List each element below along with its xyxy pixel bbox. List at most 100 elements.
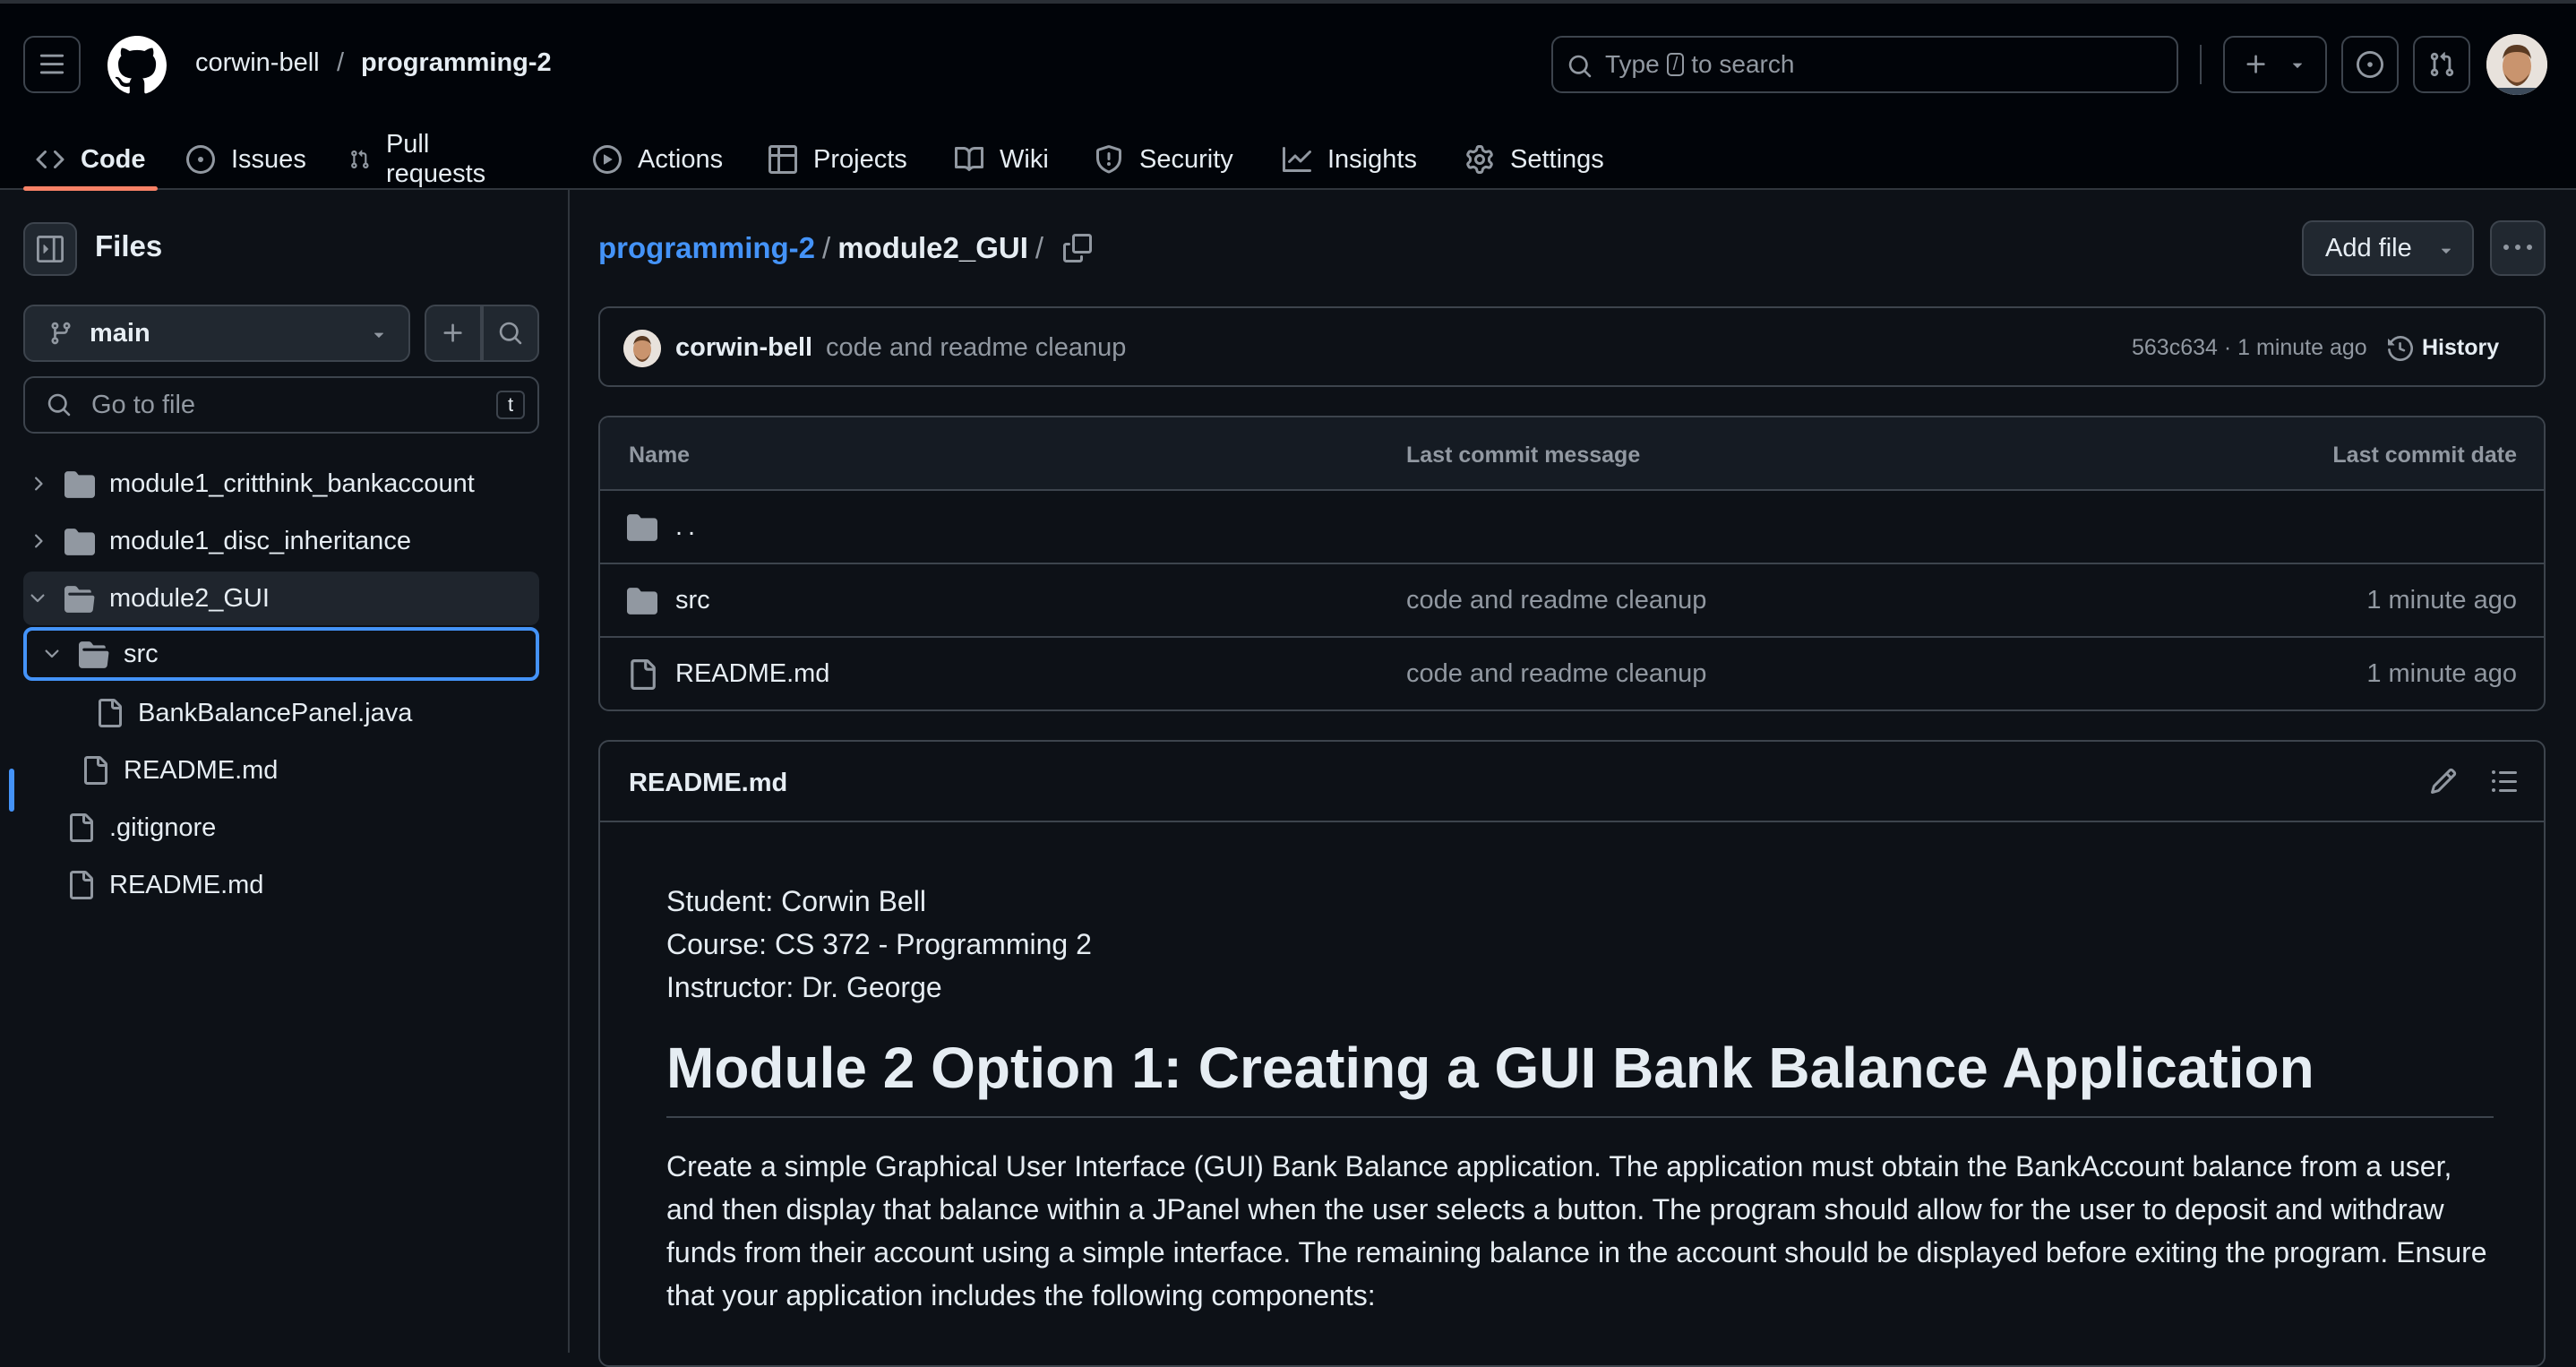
add-file-tree-button[interactable] xyxy=(425,305,482,362)
readme-course-line: Course: CS 372 - Programming 2 xyxy=(666,928,1092,960)
commit-author-avatar[interactable] xyxy=(623,330,661,367)
github-logo-icon[interactable] xyxy=(107,36,167,95)
tab-label: Code xyxy=(81,144,146,174)
row-commit-date: 1 minute ago xyxy=(2366,659,2517,688)
tab-code[interactable]: Code xyxy=(36,125,146,193)
folder-open-icon xyxy=(64,586,95,613)
tab-settings[interactable]: Settings xyxy=(1465,125,1604,193)
readme-body-paragraph: Create a simple Graphical User Interface… xyxy=(666,1150,2487,1311)
commit-message-link[interactable]: code and readme cleanup xyxy=(826,333,1126,363)
chevron-right-icon xyxy=(35,534,43,548)
tab-label: Issues xyxy=(231,144,306,174)
more-options-button[interactable] xyxy=(2490,220,2546,276)
go-to-file-input[interactable]: Go to file t xyxy=(23,376,539,434)
tree-folder-src-selected[interactable]: src xyxy=(23,627,539,681)
tab-pull-requests[interactable]: Pull requests xyxy=(349,125,494,193)
copy-path-button[interactable] xyxy=(1063,234,1093,262)
user-avatar[interactable] xyxy=(2486,34,2547,95)
kebab-horizontal-icon xyxy=(2503,245,2532,250)
commit-author-link[interactable]: corwin-bell xyxy=(675,333,812,363)
row-commit-date: 1 minute ago xyxy=(2366,586,2517,615)
breadcrumb-separator: / xyxy=(1035,231,1044,264)
play-icon xyxy=(593,145,622,174)
tree-file-gitignore[interactable]: .gitignore xyxy=(23,801,539,855)
tab-issues[interactable]: Issues xyxy=(186,125,306,193)
tree-item-label: BankBalancePanel.java xyxy=(138,698,413,727)
chevron-right-icon xyxy=(35,477,43,491)
issue-opened-icon xyxy=(186,145,215,174)
create-new-button[interactable] xyxy=(2223,36,2327,93)
branch-selector[interactable]: main xyxy=(23,305,410,362)
breadcrumb-separator: / xyxy=(822,231,831,264)
menu-button[interactable] xyxy=(23,36,81,93)
row-name[interactable]: README.md xyxy=(675,659,829,689)
repo-name-link[interactable]: programming-2 xyxy=(361,48,552,78)
graph-icon xyxy=(1283,147,1311,172)
readme-heading: Module 2 Option 1: Creating a GUI Bank B… xyxy=(666,1032,2494,1118)
tab-insights[interactable]: Insights xyxy=(1283,125,1417,193)
table-header: Name Last commit message Last commit dat… xyxy=(600,417,2544,491)
tree-item-label: module2_GUI xyxy=(109,583,270,613)
search-icon xyxy=(499,322,522,345)
tree-file-readme-root[interactable]: README.md xyxy=(23,858,539,912)
header-divider xyxy=(2200,45,2202,84)
pencil-icon xyxy=(2430,768,2457,795)
tab-label: Wiki xyxy=(1000,144,1049,174)
tree-folder-module2-gui[interactable]: module2_GUI xyxy=(23,572,539,625)
tab-label: Pull requests xyxy=(385,130,486,188)
git-pull-request-icon xyxy=(2430,52,2454,77)
readme-title: README.md xyxy=(629,769,788,797)
outline-button[interactable] xyxy=(2490,767,2519,795)
plus-icon xyxy=(2246,55,2265,73)
tab-security[interactable]: Security xyxy=(1095,125,1233,193)
row-commit-message[interactable]: code and readme cleanup xyxy=(1406,586,1706,615)
readme-instructor-line: Instructor: Dr. George xyxy=(666,971,942,1003)
pull-requests-button[interactable] xyxy=(2413,36,2470,93)
edit-readme-button[interactable] xyxy=(2429,767,2458,795)
book-icon xyxy=(955,146,983,171)
row-name[interactable]: src xyxy=(675,586,710,615)
file-icon xyxy=(84,756,107,785)
list-unordered-icon xyxy=(2492,770,2517,792)
readme-panel: README.md Student: Corwin Bell Course: C… xyxy=(598,740,2546,1367)
search-shortcut-key: / xyxy=(1666,53,1685,76)
row-name[interactable]: .. xyxy=(675,512,700,542)
tree-file-readme-module2[interactable]: README.md xyxy=(23,744,539,797)
search-input[interactable]: Type / to search xyxy=(1551,36,2178,93)
breadcrumb-repo-link[interactable]: programming-2 xyxy=(598,231,815,265)
tab-label: Insights xyxy=(1327,144,1417,174)
readme-content: Student: Corwin Bell Course: CS 372 - Pr… xyxy=(666,880,2494,1317)
tab-wiki[interactable]: Wiki xyxy=(955,125,1049,193)
table-icon xyxy=(769,145,797,174)
copy-icon xyxy=(1063,234,1093,262)
tab-projects[interactable]: Projects xyxy=(769,125,907,193)
file-tree-sidebar: Files main Go to file t module1_critthin… xyxy=(0,190,570,1353)
tab-actions[interactable]: Actions xyxy=(593,125,723,193)
file-icon xyxy=(631,659,656,690)
collapse-sidebar-button[interactable] xyxy=(23,222,77,276)
shield-icon xyxy=(1096,145,1121,174)
tree-item-label: src xyxy=(124,639,159,668)
issues-button[interactable] xyxy=(2341,36,2399,93)
search-tree-button[interactable] xyxy=(482,305,539,362)
table-row[interactable]: .. xyxy=(600,491,2544,564)
tree-folder-module1-critthink[interactable]: module1_critthink_bankaccount xyxy=(23,457,539,511)
add-file-button[interactable]: Add file xyxy=(2302,220,2474,276)
search-icon xyxy=(1568,55,1592,78)
folder-icon xyxy=(64,529,95,555)
readme-student-line: Student: Corwin Bell xyxy=(666,885,926,917)
table-row[interactable]: README.md code and readme cleanup 1 minu… xyxy=(600,638,2544,709)
breadcrumb-current-folder: module2_GUI xyxy=(837,231,1028,264)
git-branch-icon xyxy=(51,322,71,345)
row-commit-message[interactable]: code and readme cleanup xyxy=(1406,659,1706,689)
triangle-down-icon xyxy=(2292,63,2302,68)
table-row[interactable]: src code and readme cleanup 1 minute ago xyxy=(600,564,2544,638)
commit-sha-and-time[interactable]: 563c634 · 1 minute ago xyxy=(2132,335,2367,361)
tree-file-bankbalancepanel[interactable]: BankBalancePanel.java xyxy=(23,686,539,740)
history-button[interactable]: History xyxy=(2388,335,2499,361)
repo-owner-link[interactable]: corwin-bell xyxy=(195,48,320,78)
tree-folder-module1-disc[interactable]: module1_disc_inheritance xyxy=(23,514,539,568)
tree-item-label: README.md xyxy=(124,755,279,785)
chevron-down-icon xyxy=(30,594,45,603)
latest-commit-bar: corwin-bell code and readme cleanup 563c… xyxy=(598,306,2546,387)
